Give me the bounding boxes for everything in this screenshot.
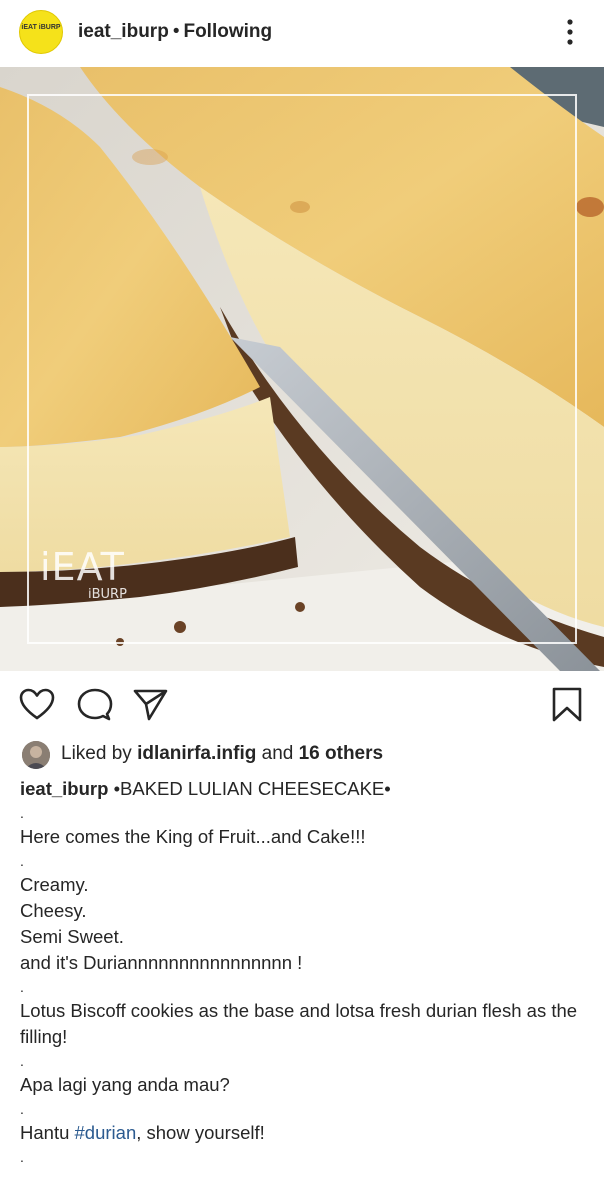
caption-line: Semi Sweet. — [20, 926, 124, 947]
watermark-main-text: iEAT — [40, 545, 125, 589]
likes-row: Liked by idlanirfa.infig and 16 others — [0, 738, 604, 772]
caption-line: Here comes the King of Fruit...and Cake!… — [20, 826, 366, 847]
follow-status[interactable]: Following — [183, 21, 272, 42]
separator-dot: • — [172, 21, 180, 42]
caption-line-prefix: Hantu — [20, 1122, 70, 1143]
photo-watermark: iEAT iBURP — [40, 547, 127, 603]
caption-title-line: ieat_iburp •BAKED LULIAN CHEESECAKE• — [20, 776, 590, 802]
caption-dot: . — [20, 1053, 24, 1069]
caption-dot: . — [20, 1149, 24, 1165]
vertical-ellipsis-icon[interactable] — [556, 16, 584, 48]
caption-dot: . — [20, 805, 24, 821]
caption-line: and it's Duriannnnnnnnnnnnnnnn ! — [20, 952, 303, 973]
liker-username[interactable]: idlanirfa.infig — [137, 743, 256, 764]
likes-prefix: Liked by — [61, 743, 132, 764]
post-caption: ieat_iburp •BAKED LULIAN CHEESECAKE• . H… — [20, 776, 590, 1168]
comment-bubble-icon[interactable] — [76, 686, 114, 724]
post-username[interactable]: ieat_iburp — [78, 21, 169, 42]
caption-title: •BAKED LULIAN CHEESECAKE• — [113, 778, 391, 799]
profile-avatar[interactable]: iEAT iBURP — [19, 10, 63, 54]
likes-middle: and — [261, 743, 294, 764]
caption-dot: . — [20, 853, 24, 869]
post-header: iEAT iBURP ieat_iburp • Following — [0, 0, 604, 66]
caption-line-suffix: , show yourself! — [136, 1122, 265, 1143]
liker-avatar[interactable] — [22, 741, 50, 769]
likes-others-link[interactable]: 16 others — [299, 743, 383, 764]
caption-line: Apa lagi yang anda mau? — [20, 1074, 230, 1095]
caption-hashtag-line: Hantu #durian, show yourself! — [20, 1120, 590, 1146]
caption-dot: . — [20, 979, 24, 995]
caption-line: Cheesy. — [20, 900, 87, 921]
caption-line: Lotus Biscoff cookies as the base and lo… — [20, 1000, 578, 1047]
watermark-sub-text: iBURP — [88, 587, 127, 602]
paper-plane-icon[interactable] — [131, 686, 169, 724]
post-photo[interactable]: iEAT iBURP — [0, 67, 604, 671]
heart-icon[interactable] — [18, 686, 56, 724]
avatar-logo-text: iEAT iBURP — [21, 24, 61, 31]
caption-username[interactable]: ieat_iburp — [20, 778, 108, 799]
caption-line: Creamy. — [20, 874, 89, 895]
header-user-line: ieat_iburp • Following — [78, 20, 272, 44]
bookmark-icon[interactable] — [548, 686, 586, 724]
likes-summary: Liked by idlanirfa.infig and 16 others — [61, 742, 383, 766]
caption-dot: . — [20, 1101, 24, 1117]
hashtag-link[interactable]: #durian — [75, 1122, 137, 1143]
